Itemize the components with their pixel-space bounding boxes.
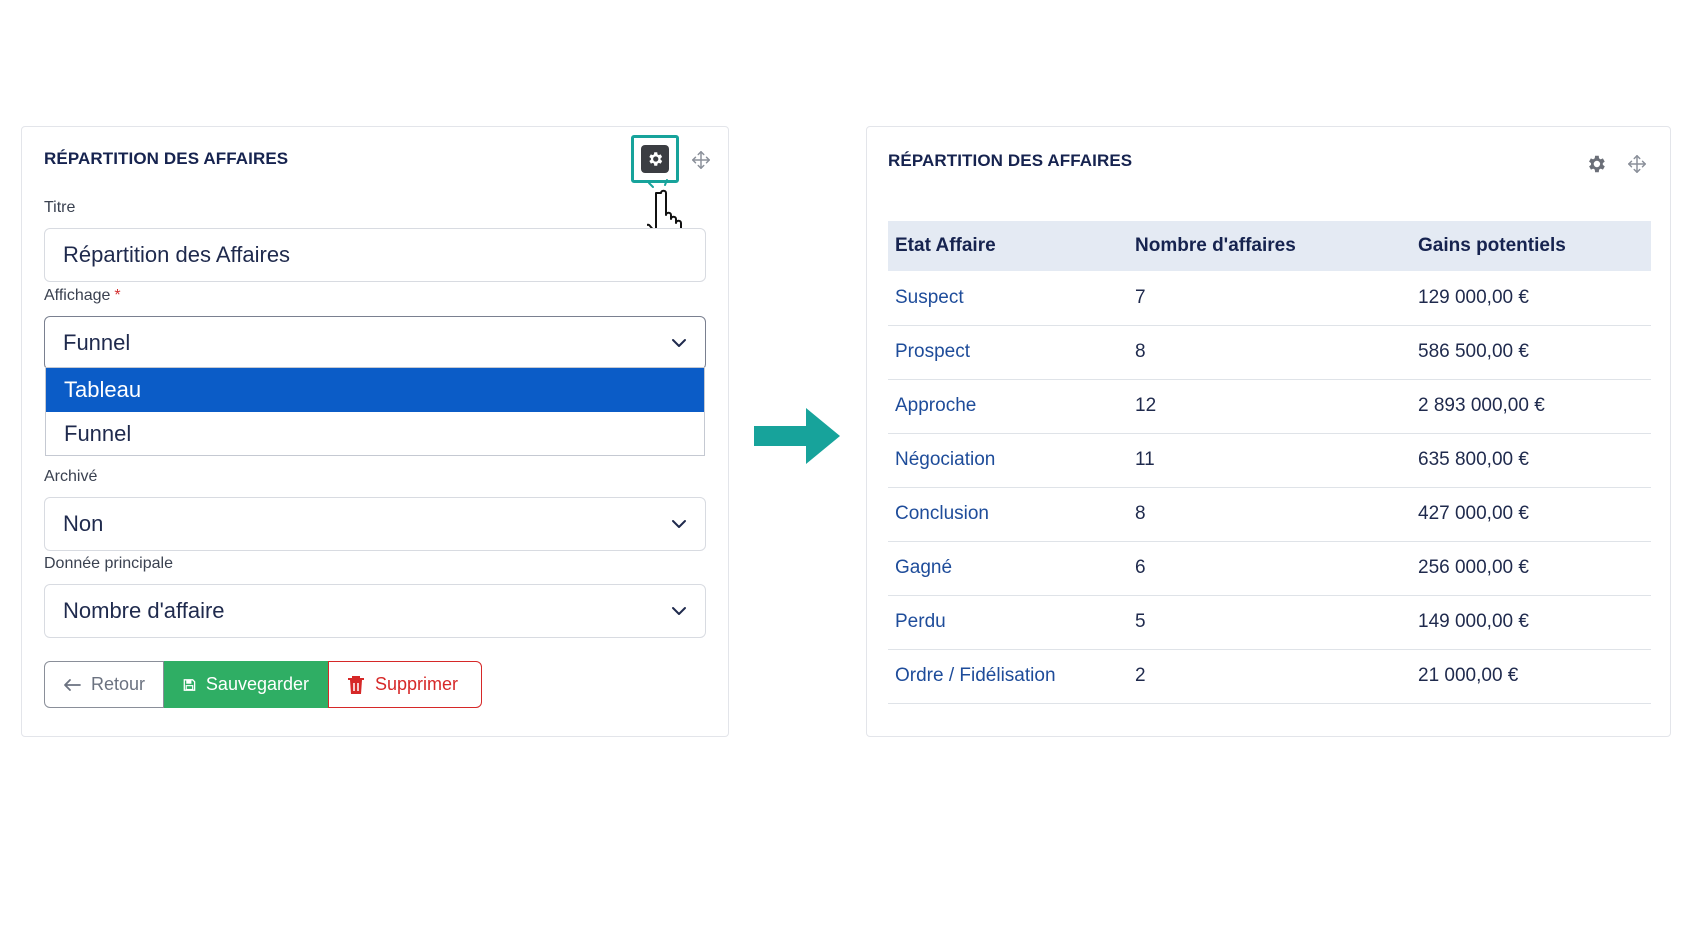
nombre-cell: 6 [1128, 541, 1411, 596]
trash-icon [348, 675, 364, 694]
chevron-down-icon [672, 520, 686, 528]
table-row: Suspect 7 129 000,00 € [888, 271, 1651, 326]
column-header: Gains potentiels [1411, 221, 1651, 271]
etat-cell[interactable]: Suspect [888, 271, 1128, 326]
etat-cell[interactable]: Prospect [888, 325, 1128, 380]
floppy-disk-icon [183, 678, 196, 691]
donnee-select[interactable]: Nombre d'affaire [44, 584, 706, 638]
required-marker: * [114, 287, 121, 304]
panel-title: RÉPARTITION DES AFFAIRES [888, 151, 1133, 170]
dropdown-option-funnel[interactable]: Funnel [46, 412, 704, 456]
gains-cell: 256 000,00 € [1411, 541, 1651, 596]
etat-cell[interactable]: Perdu [888, 595, 1128, 650]
gains-cell: 586 500,00 € [1411, 325, 1651, 380]
etat-cell[interactable]: Approche [888, 379, 1128, 434]
gains-cell: 427 000,00 € [1411, 487, 1651, 542]
table-row: Conclusion 8 427 000,00 € [888, 487, 1651, 542]
affichage-dropdown: Tableau Funnel [45, 367, 705, 456]
table-row: Ordre / Fidélisation 2 21 000,00 € [888, 649, 1651, 704]
delete-button-label: Supprimer [375, 674, 459, 694]
panel-title: RÉPARTITION DES AFFAIRES [44, 149, 289, 168]
nombre-cell: 2 [1128, 649, 1411, 704]
back-button[interactable]: Retour [44, 661, 164, 708]
donnee-label: Donnée principale [44, 555, 173, 572]
titre-label: Titre [44, 199, 76, 216]
etat-cell[interactable]: Négociation [888, 433, 1128, 488]
nombre-cell: 11 [1128, 433, 1411, 488]
move-icon[interactable] [1626, 153, 1648, 175]
gains-cell: 2 893 000,00 € [1411, 379, 1651, 434]
affichage-label-text: Affichage [44, 287, 111, 304]
save-button[interactable]: Sauvegarder [164, 661, 328, 708]
table-row: Approche 12 2 893 000,00 € [888, 379, 1651, 434]
settings-button[interactable] [631, 135, 679, 183]
titre-input[interactable]: Répartition des Affaires [44, 228, 706, 282]
archive-value: Non [63, 511, 104, 536]
back-button-label: Retour [90, 674, 145, 694]
titre-value: Répartition des Affaires [63, 242, 291, 267]
chevron-down-icon [672, 339, 686, 347]
etat-cell[interactable]: Gagné [888, 541, 1128, 596]
settings-panel: RÉPARTITION DES AFFAIRES Titre Répartiti… [21, 126, 729, 737]
gains-cell: 21 000,00 € [1411, 649, 1651, 704]
table-row: Prospect 8 586 500,00 € [888, 325, 1651, 380]
nombre-cell: 8 [1128, 325, 1411, 380]
result-panel: RÉPARTITION DES AFFAIRES Etat Affaire No… [866, 126, 1671, 737]
affaires-table: Etat Affaire Nombre d'affaires Gains pot… [888, 221, 1651, 704]
table-row: Négociation 11 635 800,00 € [888, 433, 1651, 488]
nombre-cell: 8 [1128, 487, 1411, 542]
affichage-label: Affichage * [44, 287, 121, 305]
dropdown-option-tableau[interactable]: Tableau [46, 368, 704, 412]
gear-icon [641, 145, 669, 173]
column-header: Nombre d'affaires [1128, 221, 1411, 271]
form-actions: Retour Sauvegarder Supprimer [44, 661, 482, 708]
delete-button[interactable]: Supprimer [328, 661, 482, 708]
affichage-value: Funnel [63, 330, 131, 355]
table-header-row: Etat Affaire Nombre d'affaires Gains pot… [888, 221, 1651, 271]
arrow-right-icon [754, 408, 840, 464]
etat-cell[interactable]: Conclusion [888, 487, 1128, 542]
archive-label: Archivé [44, 468, 98, 485]
table-row: Gagné 6 256 000,00 € [888, 541, 1651, 596]
affichage-select[interactable]: Funnel [44, 316, 706, 370]
nombre-cell: 7 [1128, 271, 1411, 326]
gains-cell: 149 000,00 € [1411, 595, 1651, 650]
gains-cell: 129 000,00 € [1411, 271, 1651, 326]
table-row: Perdu 5 149 000,00 € [888, 595, 1651, 650]
arrow-left-icon [64, 678, 81, 691]
chevron-down-icon [672, 607, 686, 615]
move-icon[interactable] [690, 149, 712, 171]
donnee-value: Nombre d'affaire [63, 598, 225, 623]
gains-cell: 635 800,00 € [1411, 433, 1651, 488]
etat-cell[interactable]: Ordre / Fidélisation [888, 649, 1128, 704]
nombre-cell: 12 [1128, 379, 1411, 434]
save-button-label: Sauvegarder [205, 674, 309, 694]
column-header: Etat Affaire [888, 221, 1128, 271]
archive-select[interactable]: Non [44, 497, 706, 551]
gear-icon[interactable] [1585, 153, 1607, 175]
nombre-cell: 5 [1128, 595, 1411, 650]
